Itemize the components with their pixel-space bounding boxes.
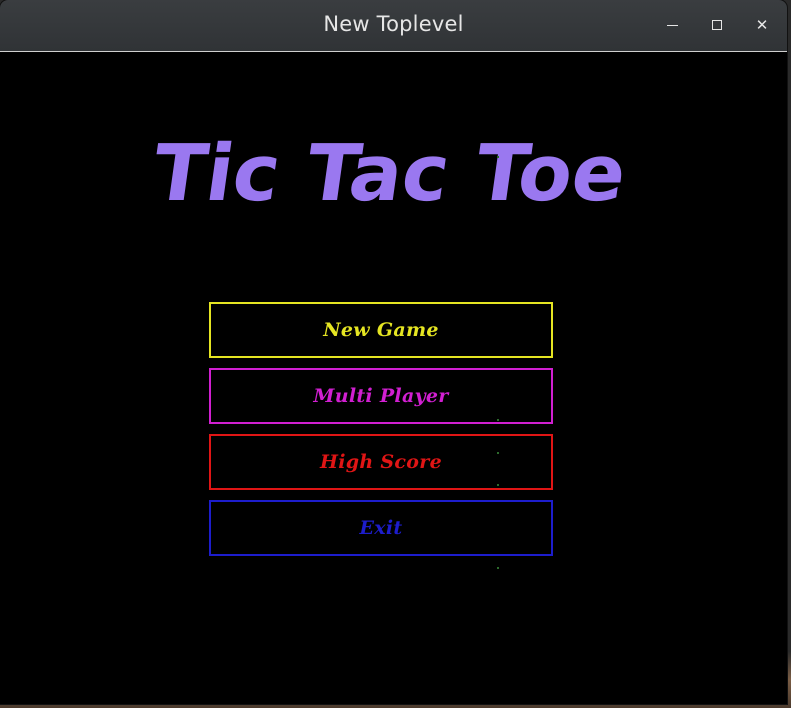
canvas-speck xyxy=(497,567,499,569)
canvas-speck xyxy=(497,419,499,421)
new-game-button[interactable]: New Game xyxy=(209,302,553,358)
game-logo: Tic Tac Toe xyxy=(147,134,632,214)
canvas-speck xyxy=(497,156,499,158)
app-window: New Toplevel ✕ Tic Tac Toe New Game Mult… xyxy=(0,0,787,704)
maximize-icon[interactable] xyxy=(707,15,727,35)
canvas-speck xyxy=(497,452,499,454)
multi-player-button[interactable]: Multi Player xyxy=(209,368,553,424)
minimize-icon[interactable] xyxy=(663,15,683,35)
exit-button[interactable]: Exit xyxy=(209,500,553,556)
title-bar[interactable]: New Toplevel ✕ xyxy=(0,0,787,52)
game-menu-canvas: Tic Tac Toe New Game Multi Player High S… xyxy=(0,52,787,704)
canvas-speck xyxy=(497,484,499,486)
close-icon[interactable]: ✕ xyxy=(752,15,772,35)
high-score-button[interactable]: High Score xyxy=(209,434,553,490)
logo-text: Tic Tac Toe xyxy=(147,134,632,214)
